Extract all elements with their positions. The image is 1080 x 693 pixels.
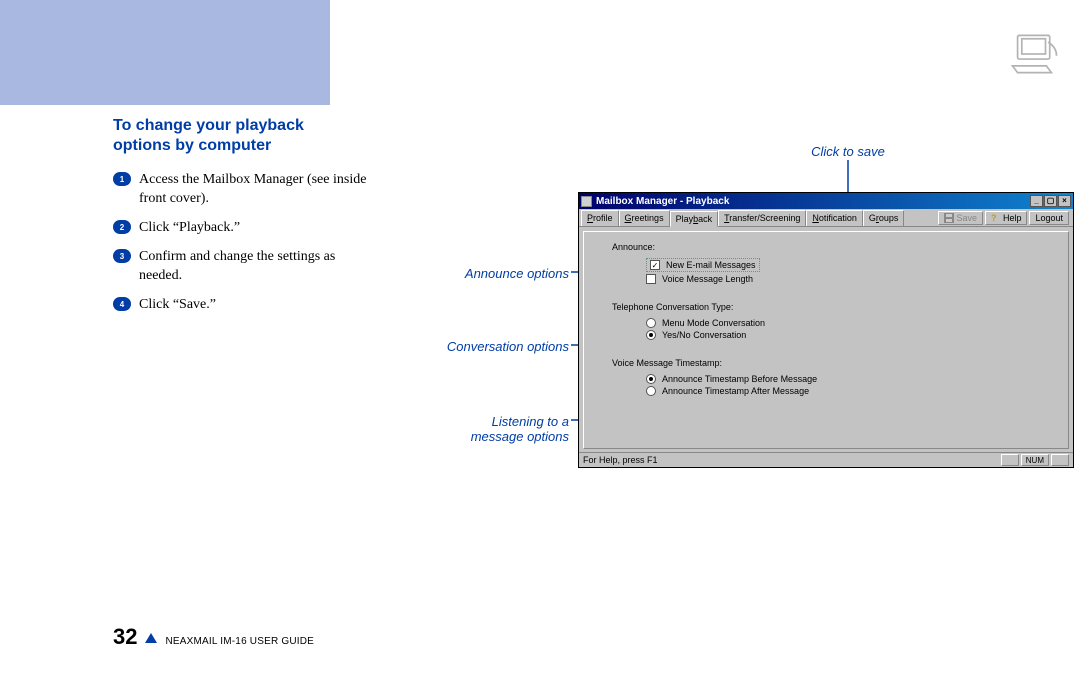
checkbox-new-email[interactable]: ✓ (650, 260, 660, 270)
announce-label: Announce: (612, 242, 1040, 252)
page-number: 32 (113, 624, 137, 650)
disk-icon (944, 213, 954, 223)
checkbox-label: New E-mail Messages (666, 260, 756, 270)
annotation-click-to-save: Click to save (788, 144, 908, 159)
header-blue-band (0, 0, 330, 105)
step-text: Click “Save.” (139, 295, 373, 314)
step-number: 3 (113, 249, 131, 263)
computer-icon (1007, 32, 1062, 76)
radio-yes-no[interactable] (646, 330, 656, 340)
radio-label: Menu Mode Conversation (662, 318, 765, 328)
checkbox-voice-length[interactable] (646, 274, 656, 284)
step-item: 2 Click “Playback.” (113, 218, 373, 237)
annotation-conversation-options: Conversation options (429, 339, 569, 354)
guide-name: NEAXMAIL IM-16 USER GUIDE (165, 636, 314, 647)
step-number: 2 (113, 220, 131, 234)
radio-label: Announce Timestamp After Message (662, 386, 809, 396)
step-item: 3 Confirm and change the settings as nee… (113, 247, 373, 285)
logout-button-label: Logout (1035, 213, 1063, 223)
annotation-announce-options: Announce options (429, 266, 569, 281)
window-title: Mailbox Manager - Playback (596, 196, 729, 207)
close-button[interactable]: × (1058, 195, 1071, 207)
checkbox-row: ✓ New E-mail Messages (646, 258, 760, 272)
timestamp-label: Voice Message Timestamp: (612, 358, 1040, 368)
step-item: 1 Access the Mailbox Manager (see inside… (113, 170, 373, 208)
radio-row: Announce Timestamp Before Message (646, 374, 1040, 384)
num-lock-indicator: NUM (1021, 454, 1049, 466)
steps-list: 1 Access the Mailbox Manager (see inside… (113, 170, 373, 314)
step-number: 4 (113, 297, 131, 311)
status-bar: For Help, press F1 NUM (579, 452, 1073, 467)
step-text: Click “Playback.” (139, 218, 373, 237)
maximize-button[interactable]: ▢ (1044, 195, 1057, 207)
checkbox-label: Voice Message Length (662, 274, 753, 284)
radio-row: Menu Mode Conversation (646, 318, 1040, 328)
tab-bar: Profile Greetings Playback Transfer/Scre… (579, 209, 1073, 227)
panel-body: Announce: ✓ New E-mail Messages Voice Me… (583, 231, 1069, 449)
telephone-label: Telephone Conversation Type: (612, 302, 1040, 312)
radio-menu-mode[interactable] (646, 318, 656, 328)
radio-ts-after[interactable] (646, 386, 656, 396)
tab-profile[interactable]: Profile (581, 210, 619, 226)
status-text: For Help, press F1 (583, 455, 658, 465)
page-footer: 32 NEAXMAIL IM-16 USER GUIDE (113, 624, 314, 650)
tab-groups[interactable]: Groups (863, 210, 905, 226)
app-icon (581, 196, 592, 207)
logout-button[interactable]: Logout (1029, 211, 1069, 225)
radio-ts-before[interactable] (646, 374, 656, 384)
step-item: 4 Click “Save.” (113, 295, 373, 314)
step-text: Access the Mailbox Manager (see inside f… (139, 170, 373, 208)
help-button-label: Help (1003, 213, 1022, 223)
section-title-line1: To change your playback (113, 116, 1033, 136)
save-button[interactable]: Save (938, 211, 983, 225)
help-button[interactable]: ? Help (985, 211, 1028, 225)
help-icon: ? (991, 213, 1001, 223)
tab-playback[interactable]: Playback (670, 211, 719, 227)
radio-label: Yes/No Conversation (662, 330, 746, 340)
window-titlebar: Mailbox Manager - Playback _ ▢ × (579, 193, 1073, 209)
triangle-icon (145, 633, 157, 643)
radio-label: Announce Timestamp Before Message (662, 374, 817, 384)
minimize-button[interactable]: _ (1030, 195, 1043, 207)
app-screenshot: Mailbox Manager - Playback _ ▢ × Profile… (578, 192, 1074, 468)
tab-notification[interactable]: Notification (806, 210, 863, 226)
checkbox-row: Voice Message Length (646, 274, 1040, 284)
tab-transfer-screening[interactable]: Transfer/Screening (718, 210, 806, 226)
step-text: Confirm and change the settings as neede… (139, 247, 373, 285)
annotation-listening-line1: Listening to a (492, 414, 569, 429)
step-number: 1 (113, 172, 131, 186)
radio-row: Yes/No Conversation (646, 330, 1040, 340)
radio-row: Announce Timestamp After Message (646, 386, 1040, 396)
save-button-label: Save (956, 213, 977, 223)
tab-greetings[interactable]: Greetings (619, 210, 670, 226)
annotation-listening-line2: message options (471, 429, 569, 444)
annotation-listening-options: Listening to a message options (429, 414, 569, 444)
